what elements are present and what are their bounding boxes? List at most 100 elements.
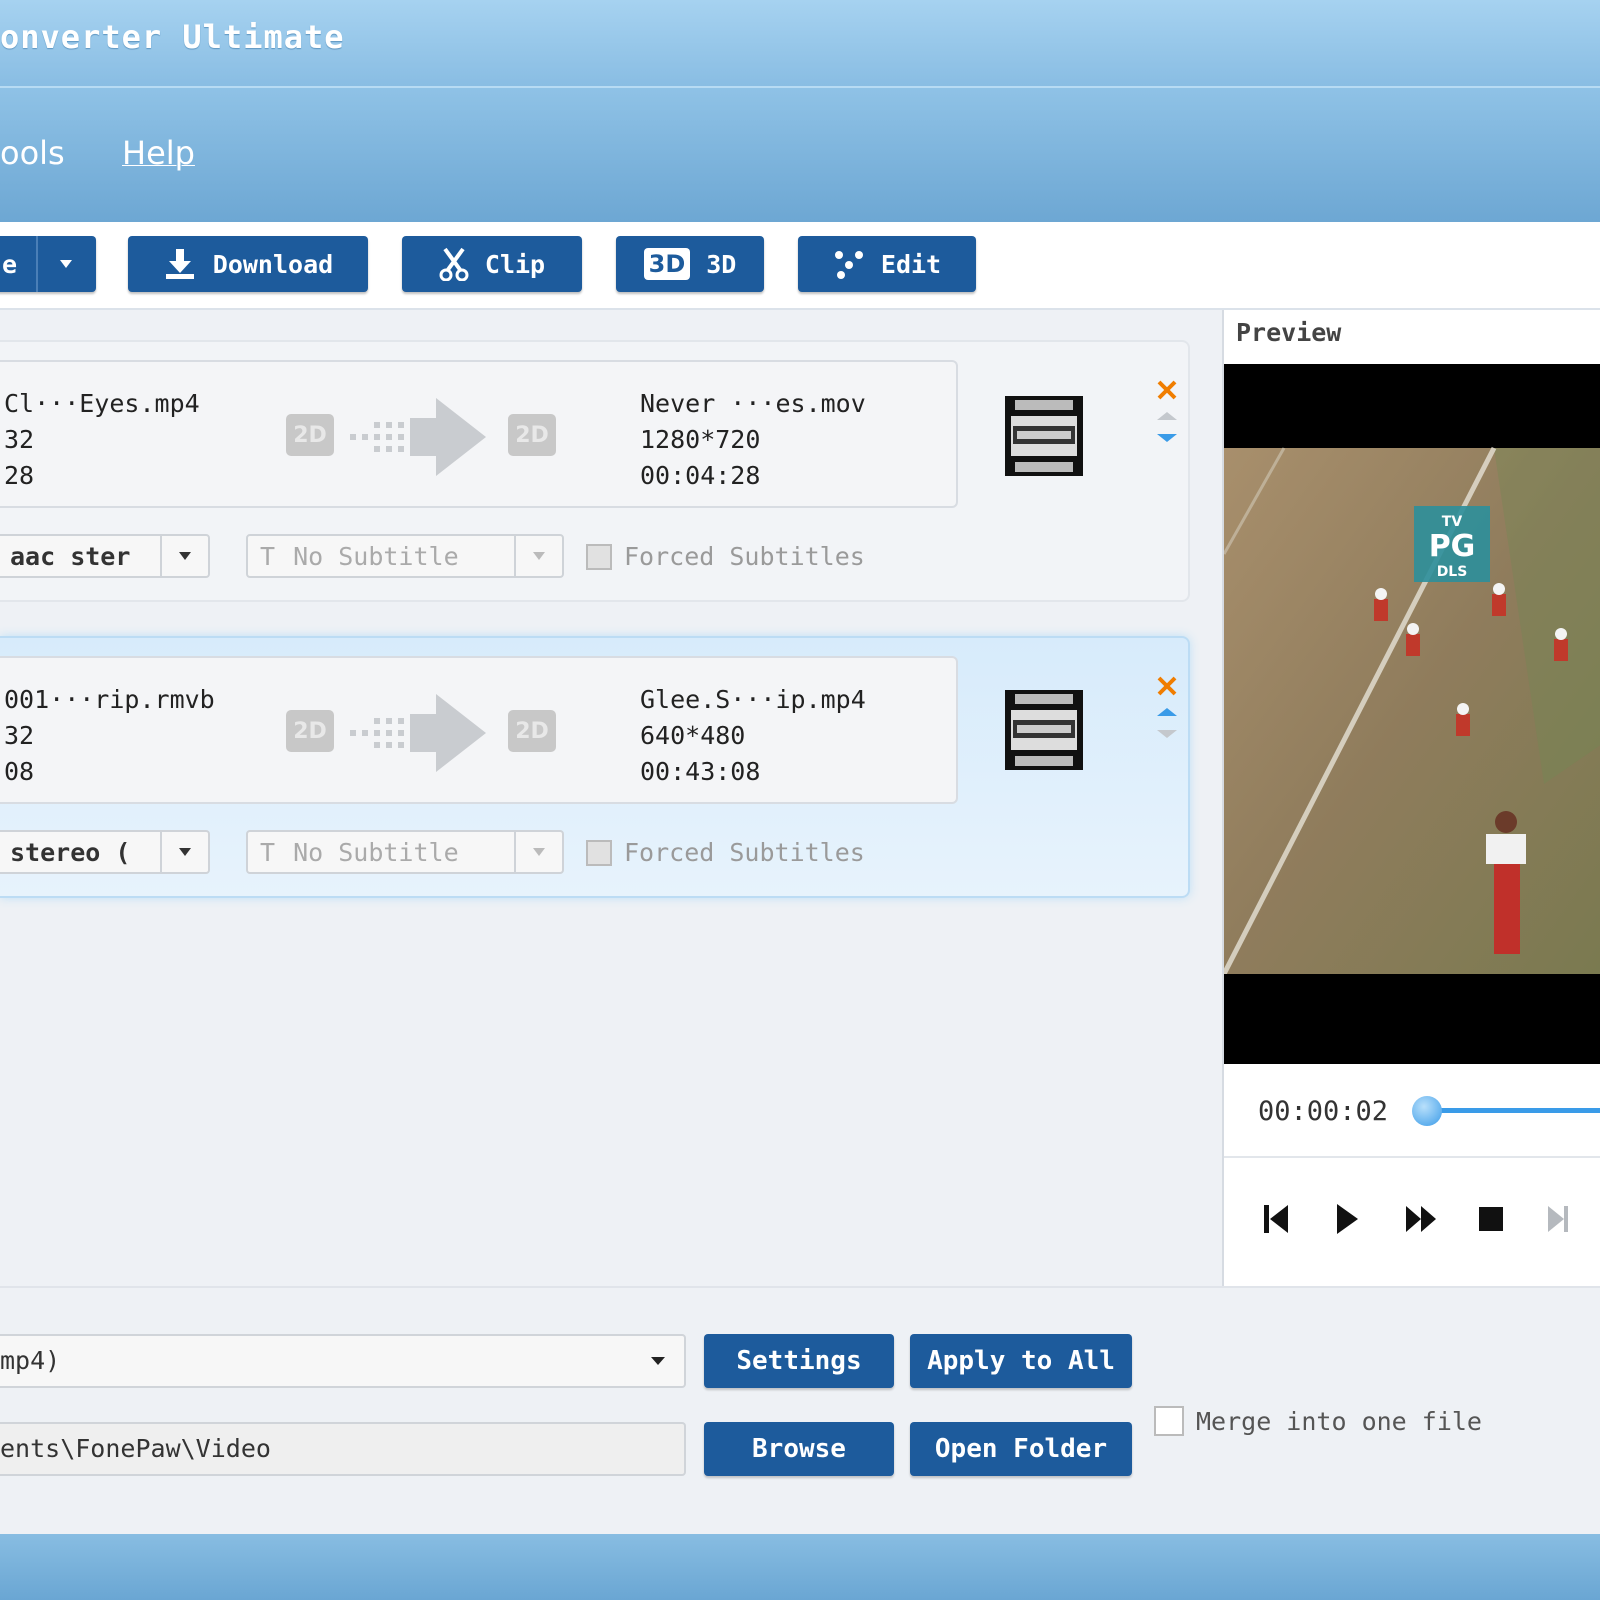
- add-file-label: e: [2, 249, 18, 279]
- 3d-icon: 3D: [643, 248, 691, 280]
- file-item-1[interactable]: Cl···Eyes.mp4 32 28 2D 2D Never ···es.mo…: [0, 340, 1190, 602]
- merge-label: Merge into one file: [1196, 1406, 1482, 1436]
- source-info: 001···rip.rmvb 32 08: [4, 682, 215, 790]
- rating-badge-line3: DLS: [1437, 564, 1468, 580]
- apply-to-all-button[interactable]: Apply to All: [910, 1334, 1132, 1388]
- forced-subtitles-option[interactable]: Forced Subtitles: [586, 542, 865, 571]
- chevron-down-icon[interactable]: [160, 832, 208, 872]
- audio-track-value: stereo (: [10, 838, 131, 867]
- target-2d-badge: 2D: [508, 710, 556, 752]
- menu-item-tools[interactable]: ools: [0, 134, 65, 172]
- clip-button[interactable]: Clip: [402, 236, 582, 292]
- destination-field[interactable]: ents\FonePaw\Video: [0, 1422, 686, 1476]
- skip-back-icon[interactable]: [1262, 1202, 1290, 1236]
- close-icon[interactable]: [1157, 676, 1177, 696]
- move-down-icon[interactable]: [1157, 434, 1177, 442]
- source-filename: 001···rip.rmvb: [4, 685, 215, 714]
- target-resolution: 640*480: [640, 721, 746, 750]
- target-info: Never ···es.mov 1280*720 00:04:28: [640, 386, 866, 494]
- move-up-icon[interactable]: [1157, 412, 1177, 420]
- merge-option[interactable]: Merge into one file: [1154, 1406, 1482, 1436]
- subtitle-value: No Subtitle: [293, 838, 459, 867]
- browse-button[interactable]: Browse: [704, 1422, 894, 1476]
- 3d-label: 3D: [706, 249, 737, 279]
- title-bar: onverter Ultimate: [0, 0, 1600, 88]
- edit-icon: [833, 249, 865, 279]
- chevron-down-icon[interactable]: [38, 259, 94, 269]
- output-format-icon[interactable]: [1003, 394, 1085, 478]
- source-2d-badge: 2D: [286, 414, 334, 456]
- timeline-bar: 00:00:02: [1224, 1066, 1600, 1158]
- output-settings: mp4) Settings Apply to All ents\FonePaw\…: [0, 1286, 1600, 1536]
- preview-label: Preview: [1236, 318, 1342, 347]
- open-folder-button[interactable]: Open Folder: [910, 1422, 1132, 1476]
- file-item-2[interactable]: 001···rip.rmvb 32 08 2D 2D Glee.S···ip.m…: [0, 636, 1190, 898]
- audio-track-dropdown[interactable]: aac ster: [0, 534, 210, 578]
- item-controls: [1155, 674, 1181, 750]
- target-resolution: 1280*720: [640, 425, 761, 454]
- current-time: 00:00:02: [1258, 1096, 1389, 1127]
- audio-track-value: aac ster: [10, 542, 131, 571]
- convert-arrow-icon: [350, 398, 486, 476]
- destination-value: ents\FonePaw\Video: [0, 1434, 271, 1463]
- target-info: Glee.S···ip.mp4 640*480 00:43:08: [640, 682, 866, 790]
- chevron-down-icon[interactable]: [160, 536, 208, 576]
- download-button[interactable]: Download: [128, 236, 368, 292]
- subtitle-dropdown[interactable]: T No Subtitle: [246, 830, 564, 874]
- move-up-icon[interactable]: [1157, 708, 1177, 716]
- profile-value: mp4): [0, 1346, 61, 1375]
- 3d-button[interactable]: 3D 3D: [616, 236, 764, 292]
- file-info-box: 001···rip.rmvb 32 08 2D 2D Glee.S···ip.m…: [0, 656, 958, 804]
- target-filename: Glee.S···ip.mp4: [640, 685, 866, 714]
- source-resolution: 32: [4, 425, 35, 454]
- target-2d-badge: 2D: [508, 414, 556, 456]
- seek-handle[interactable]: [1412, 1096, 1442, 1126]
- toolbar: e Download Clip 3D 3D Edit: [0, 222, 1600, 310]
- chevron-down-icon[interactable]: [514, 832, 562, 872]
- stop-icon[interactable]: [1478, 1206, 1504, 1232]
- merge-checkbox[interactable]: [1154, 1406, 1184, 1436]
- forced-subtitles-checkbox[interactable]: [586, 839, 612, 866]
- file-list: Cl···Eyes.mp4 32 28 2D 2D Never ···es.mo…: [0, 310, 1222, 1286]
- file-info-box: Cl···Eyes.mp4 32 28 2D 2D Never ···es.mo…: [0, 360, 958, 508]
- forced-subtitles-label: Forced Subtitles: [624, 542, 865, 571]
- text-icon: T: [260, 838, 276, 867]
- rating-badge-line1: TV: [1442, 514, 1463, 530]
- menu-bar: ools Help: [0, 88, 1600, 222]
- skip-forward-icon[interactable]: [1546, 1204, 1570, 1234]
- source-filename: Cl···Eyes.mp4: [4, 389, 200, 418]
- convert-arrow-icon: [350, 694, 486, 772]
- subtitle-dropdown[interactable]: T No Subtitle: [246, 534, 564, 578]
- status-bar: [0, 1534, 1600, 1600]
- chevron-down-icon[interactable]: [514, 536, 562, 576]
- source-resolution: 32: [4, 721, 35, 750]
- video-preview[interactable]: TV PG DLS: [1224, 364, 1600, 1064]
- target-filename: Never ···es.mov: [640, 389, 866, 418]
- output-format-icon[interactable]: [1003, 688, 1085, 772]
- play-icon[interactable]: [1334, 1202, 1360, 1236]
- forced-subtitles-checkbox[interactable]: [586, 543, 612, 570]
- video-frame-image: TV PG DLS: [1224, 364, 1600, 1064]
- audio-track-dropdown[interactable]: stereo (: [0, 830, 210, 874]
- profile-dropdown[interactable]: mp4): [0, 1334, 686, 1388]
- add-file-button[interactable]: e: [0, 236, 96, 292]
- forced-subtitles-option[interactable]: Forced Subtitles: [586, 838, 865, 867]
- seek-track[interactable]: [1420, 1108, 1600, 1113]
- edit-button[interactable]: Edit: [798, 236, 976, 292]
- menu-item-help[interactable]: Help: [122, 134, 195, 172]
- download-icon: [163, 247, 197, 281]
- edit-label: Edit: [880, 249, 942, 279]
- source-info: Cl···Eyes.mp4 32 28: [4, 386, 200, 494]
- settings-button[interactable]: Settings: [704, 1334, 894, 1388]
- preview-pane: Preview TV PG DLS 00:00:02: [1222, 310, 1600, 1286]
- subtitle-value: No Subtitle: [293, 542, 459, 571]
- clip-label: Clip: [484, 249, 546, 279]
- move-down-icon[interactable]: [1157, 730, 1177, 738]
- close-icon[interactable]: [1157, 380, 1177, 400]
- item-controls: [1155, 378, 1181, 454]
- text-icon: T: [260, 542, 276, 571]
- target-duration: 00:04:28: [640, 461, 761, 490]
- fast-forward-icon[interactable]: [1404, 1204, 1438, 1234]
- playback-controls: [1224, 1158, 1600, 1286]
- chevron-down-icon[interactable]: [650, 1356, 666, 1366]
